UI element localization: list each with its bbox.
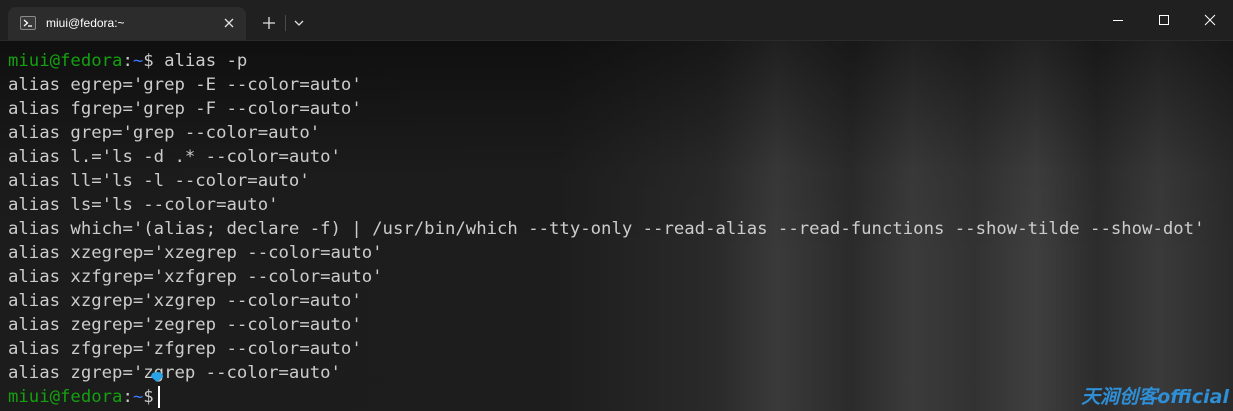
terminal-output-area[interactable]: miui@fedora:~$ alias -p alias egrep='gre… xyxy=(0,41,1233,411)
maximize-button[interactable] xyxy=(1141,0,1187,40)
prompt-separator: : xyxy=(122,51,133,71)
output-line: alias zfgrep='zfgrep --color=auto' xyxy=(8,339,362,359)
toolbar-divider xyxy=(285,15,286,31)
tab-title: miui@fedora:~ xyxy=(46,16,125,30)
minimize-icon xyxy=(1113,20,1123,21)
prompt-user: miui@fedora xyxy=(8,51,123,71)
prompt-path: ~ xyxy=(132,387,144,407)
output-line: alias zgrep='zgrep --color=auto' xyxy=(8,363,341,383)
tab-terminal[interactable]: miui@fedora:~ xyxy=(8,7,246,40)
prompt-user: miui@fedora xyxy=(8,387,123,407)
selection-handle-icon[interactable] xyxy=(150,371,164,383)
output-line: alias xzfgrep='xzfgrep --color=auto' xyxy=(8,267,383,287)
output-line: alias l.='ls -d .* --color=auto' xyxy=(8,147,341,167)
minimize-button[interactable] xyxy=(1095,0,1141,40)
output-line: alias ll='ls -l --color=auto' xyxy=(8,171,310,191)
prompt-symbol: $ xyxy=(143,387,154,407)
terminal-lines: miui@fedora:~$ alias -p alias egrep='gre… xyxy=(8,49,1204,409)
output-line: alias egrep='grep -E --color=auto' xyxy=(8,75,362,95)
maximize-icon xyxy=(1159,15,1169,25)
output-line: alias grep='grep --color=auto' xyxy=(8,123,321,143)
close-icon[interactable] xyxy=(221,15,237,31)
window-close-button[interactable] xyxy=(1187,0,1233,40)
output-line: alias ls='ls --color=auto' xyxy=(8,195,279,215)
text-cursor xyxy=(157,386,160,408)
command-text: alias -p xyxy=(153,51,248,71)
command-line: miui@fedora:~$ alias -p xyxy=(8,49,1204,73)
prompt-path: ~ xyxy=(132,51,144,71)
output-line: alias xzegrep='xzegrep --color=auto' xyxy=(8,243,383,263)
terminal-icon xyxy=(20,16,36,30)
prompt-symbol: $ xyxy=(143,51,154,71)
window-close-icon xyxy=(1204,14,1216,26)
output-line: alias which='(alias; declare -f) | /usr/… xyxy=(8,219,1205,239)
prompt-separator: : xyxy=(122,387,133,407)
plus-icon[interactable] xyxy=(258,12,280,34)
watermark: 天涧创客official xyxy=(1081,386,1229,408)
output-line: alias zegrep='zegrep --color=auto' xyxy=(8,315,362,335)
current-prompt-line: miui@fedora:~$ xyxy=(8,385,1204,409)
title-bar: miui@fedora:~ xyxy=(0,0,1233,41)
chevron-down-icon[interactable] xyxy=(289,13,309,33)
output-line: alias fgrep='grep -F --color=auto' xyxy=(8,99,362,119)
output-line: alias xzgrep='xzgrep --color=auto' xyxy=(8,291,362,311)
